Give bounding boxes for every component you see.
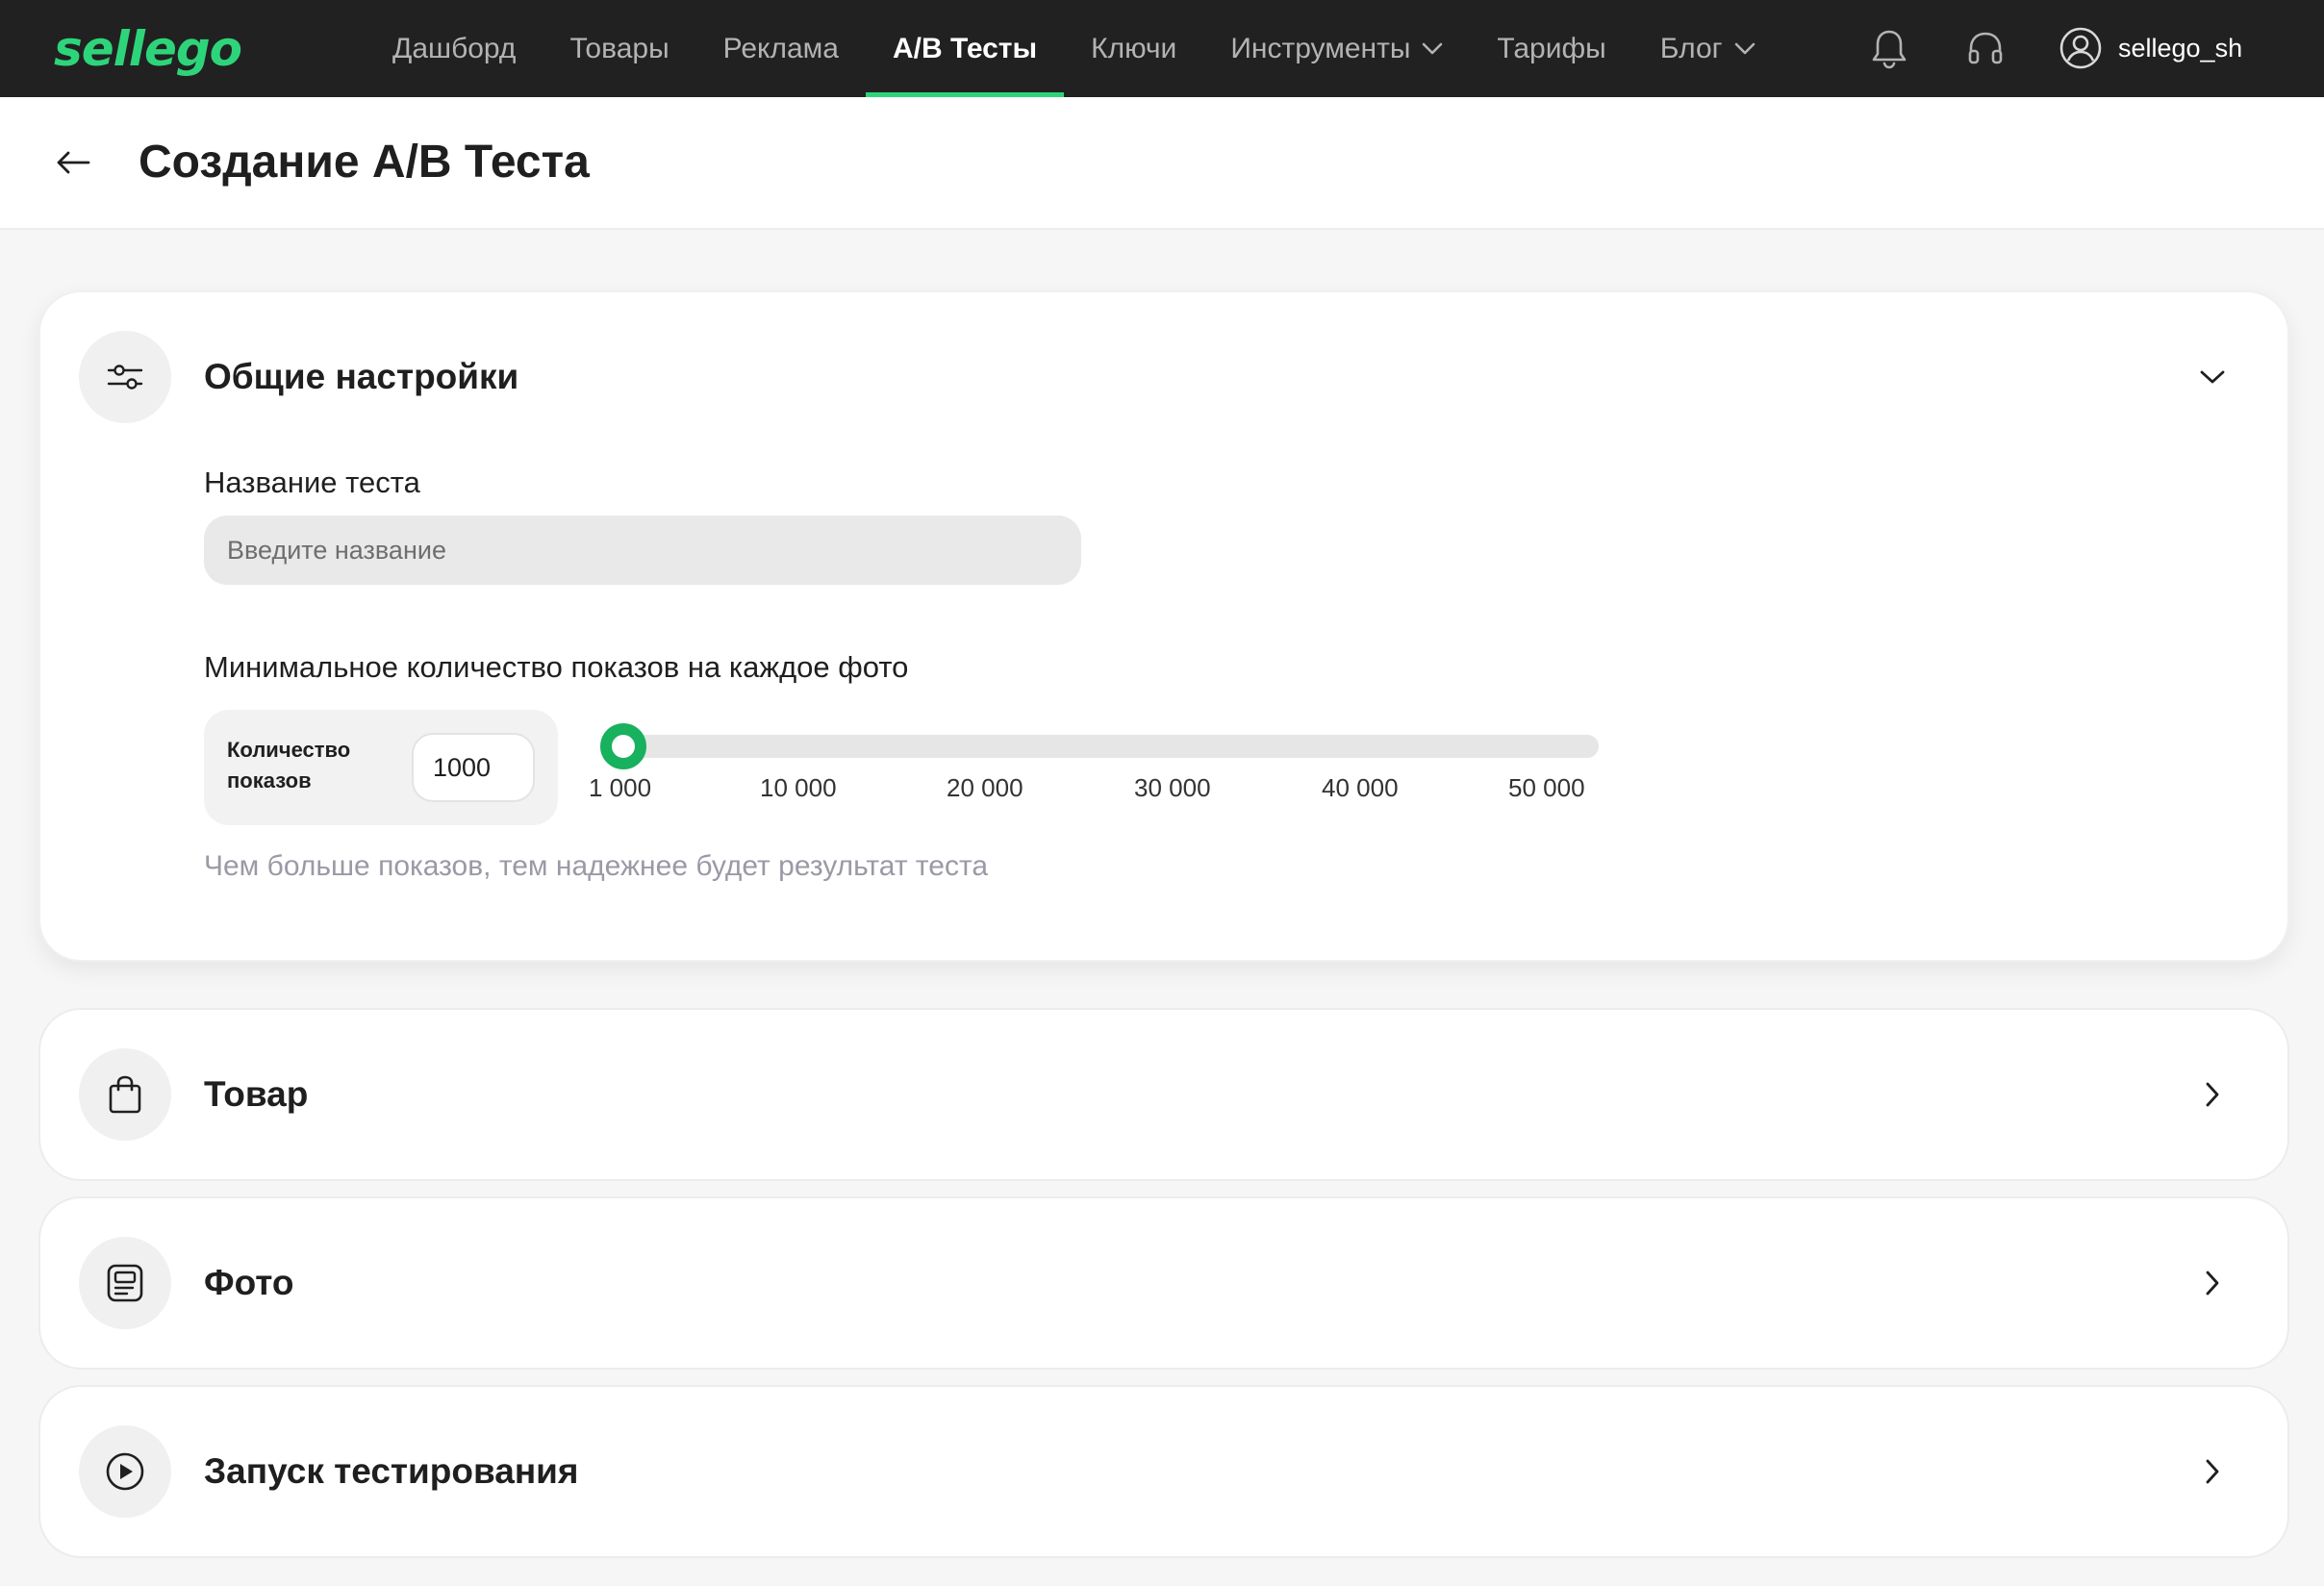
nav-item-label: A/B Тесты xyxy=(892,32,1038,64)
arrow-left-icon xyxy=(57,151,90,174)
user-circle-icon xyxy=(2059,27,2102,69)
general-settings-card: Общие настройки Название теста Минимальн… xyxy=(38,290,2289,962)
slider-tick-label: 1 000 xyxy=(589,773,652,802)
sellego-logo[interactable]: sellego xyxy=(54,21,316,79)
nav-item-dashboard[interactable]: Дашборд xyxy=(366,0,543,97)
nav-item-pricing[interactable]: Тарифы xyxy=(1470,0,1632,97)
nav-item-products[interactable]: Товары xyxy=(543,0,695,97)
launch-section-header[interactable]: Запуск тестирования xyxy=(79,1425,2249,1518)
nav-item-ab-tests[interactable]: A/B Тесты xyxy=(865,0,1065,97)
shopping-bag-icon xyxy=(79,1048,171,1141)
user-name: sellego_sh xyxy=(2118,33,2243,63)
product-section-title: Товар xyxy=(204,1074,309,1114)
nav-item-label: Инструменты xyxy=(1230,32,1411,64)
launch-section-card[interactable]: Запуск тестирования xyxy=(38,1385,2289,1558)
main-nav: Дашборд Товары Реклама A/B Тесты Ключи И… xyxy=(366,0,1782,97)
slider-tick-label: 10 000 xyxy=(760,773,837,802)
slider-tick-label: 30 000 xyxy=(1134,773,1211,802)
test-name-input[interactable] xyxy=(204,516,1081,585)
nav-item-ads[interactable]: Реклама xyxy=(696,0,866,97)
photo-section-title: Фото xyxy=(204,1263,294,1302)
impressions-hint: Чем больше показов, тем надежнее будет р… xyxy=(204,850,989,882)
chevron-right-icon[interactable] xyxy=(2195,1077,2230,1112)
nav-item-label: Реклама xyxy=(722,32,839,64)
photo-section-header[interactable]: Фото xyxy=(79,1237,2249,1329)
page-title: Создание A/B Теста xyxy=(139,137,590,188)
nav-item-blog[interactable]: Блог xyxy=(1633,0,1782,97)
general-settings-title: Общие настройки xyxy=(204,357,519,396)
headset-icon[interactable] xyxy=(1962,26,2008,72)
chevron-right-icon[interactable] xyxy=(2195,1454,2230,1489)
page-header: Создание A/B Теста xyxy=(0,97,2324,230)
product-section-card[interactable]: Товар xyxy=(38,1008,2289,1181)
nav-item-tools[interactable]: Инструменты xyxy=(1203,0,1470,97)
nav-item-label: Тарифы xyxy=(1497,32,1606,64)
sliders-icon xyxy=(79,331,171,423)
chevron-right-icon[interactable] xyxy=(2195,1266,2230,1300)
chevron-down-icon xyxy=(1423,42,1443,54)
slider-tick-label: 20 000 xyxy=(947,773,1023,802)
count-label: Количество показов xyxy=(227,738,351,793)
impressions-label: Минимальное количество показов на каждое… xyxy=(204,650,909,684)
slider-track[interactable] xyxy=(627,735,1599,758)
test-name-label: Название теста xyxy=(204,466,420,499)
top-icons xyxy=(1866,0,2008,97)
launch-section-title: Запуск тестирования xyxy=(204,1451,579,1491)
impressions-slider: 1 000 10 000 20 000 30 000 40 000 50 000 xyxy=(589,710,1629,825)
top-navbar: sellego Дашборд Товары Реклама A/B Тесты… xyxy=(0,0,2324,97)
chevron-down-icon xyxy=(1734,42,1755,54)
nav-item-label: Блог xyxy=(1659,32,1723,64)
back-button[interactable] xyxy=(50,139,96,186)
impressions-count-box: Количество показов xyxy=(204,710,558,825)
bell-icon[interactable] xyxy=(1866,26,1912,72)
chevron-down-icon[interactable] xyxy=(2195,360,2230,394)
slider-thumb[interactable] xyxy=(600,723,646,769)
nav-item-label: Ключи xyxy=(1091,32,1177,64)
play-circle-icon xyxy=(79,1425,171,1518)
slider-tick-label: 50 000 xyxy=(1508,773,1585,802)
nav-item-label: Товары xyxy=(569,32,669,64)
nav-item-label: Дашборд xyxy=(392,32,517,64)
user-menu[interactable]: sellego_sh xyxy=(2059,25,2242,71)
product-section-header[interactable]: Товар xyxy=(79,1048,2249,1141)
slider-tick-label: 40 000 xyxy=(1322,773,1399,802)
general-settings-header[interactable]: Общие настройки xyxy=(79,331,2249,423)
photo-section-card[interactable]: Фото xyxy=(38,1196,2289,1370)
photo-card-icon xyxy=(79,1237,171,1329)
nav-item-keys[interactable]: Ключи xyxy=(1064,0,1203,97)
impressions-count-input[interactable] xyxy=(412,733,535,802)
